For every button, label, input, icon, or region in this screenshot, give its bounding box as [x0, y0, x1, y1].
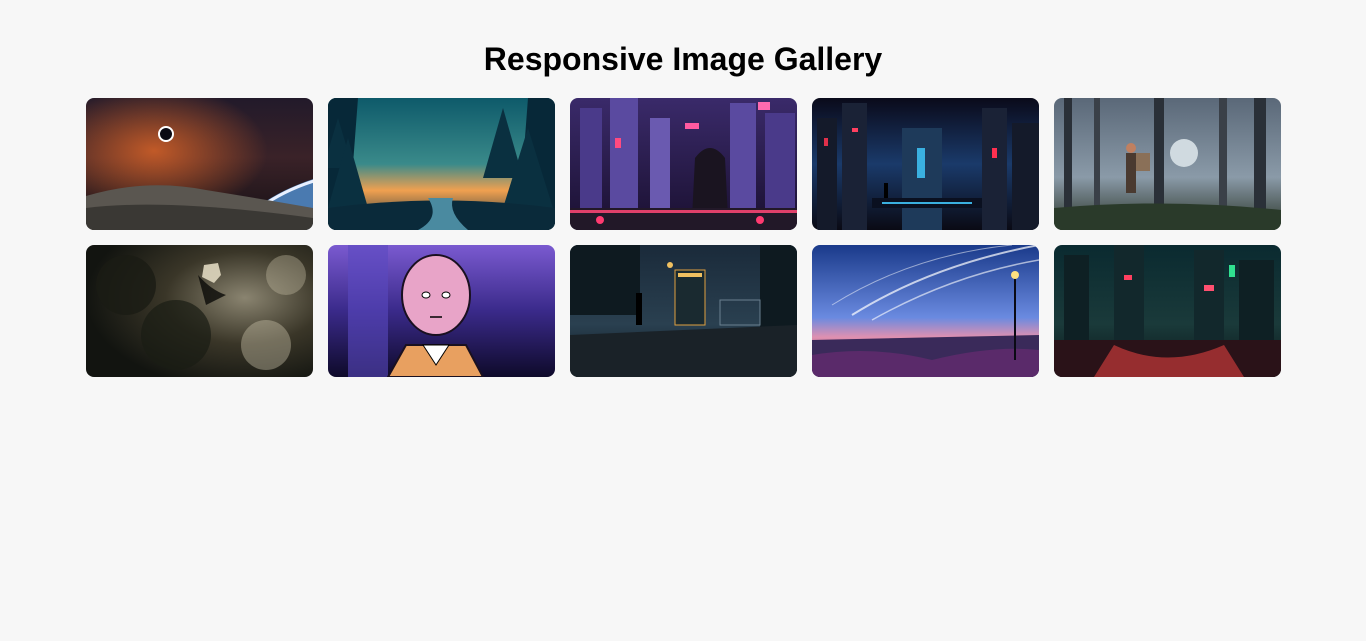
gallery-image-neon-city-hooded-figure[interactable] — [570, 98, 797, 230]
image-gallery — [86, 98, 1281, 377]
gallery-image-space-planet[interactable] — [86, 98, 313, 230]
gallery-page: Responsive Image Gallery — [0, 0, 1366, 641]
gallery-image-bald-hero-portrait[interactable] — [328, 245, 555, 377]
gallery-image-forest-river-sunset[interactable] — [328, 98, 555, 230]
gallery-image-dark-foliage-shadow[interactable] — [86, 245, 313, 377]
gallery-image-misty-forest-warrior[interactable] — [1054, 98, 1281, 230]
gallery-image-cyberpunk-city-skyline[interactable] — [812, 98, 1039, 230]
page-title: Responsive Image Gallery — [483, 41, 883, 77]
gallery-image-night-street-bus-stop[interactable] — [570, 245, 797, 377]
gallery-image-rainy-neon-street[interactable] — [1054, 245, 1281, 377]
gallery-image-starry-sky-city-view[interactable] — [812, 245, 1039, 377]
